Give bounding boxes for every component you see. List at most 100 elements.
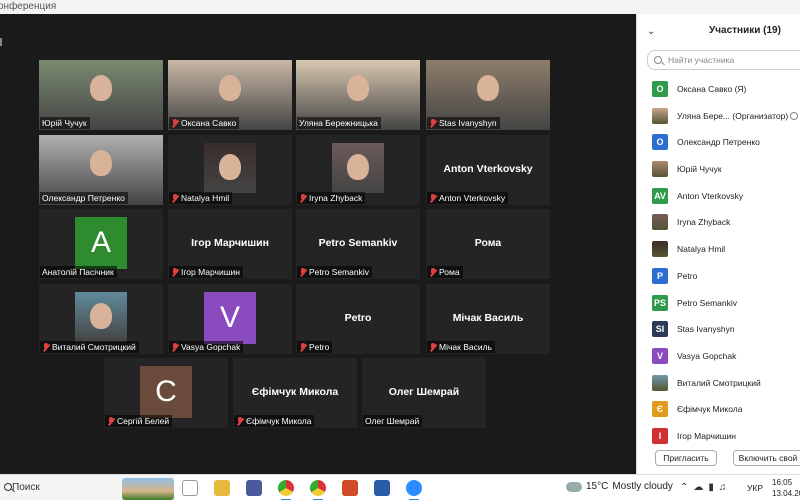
participant-avatar: PS <box>652 294 668 311</box>
video-tile[interactable]: Уляна Бережницька <box>296 60 420 130</box>
participant-avatar: V <box>652 347 668 364</box>
clock[interactable]: 16:05 13.04.202 <box>772 477 800 499</box>
language-indicator[interactable]: УКР <box>747 483 763 493</box>
video-gallery: Юрій Чучук Оксана Савко Уляна Бережницька S… <box>0 14 636 474</box>
participant-name: Оксана Савко <box>181 118 237 128</box>
person-silhouette <box>347 154 369 180</box>
tile-name-label: Оксана Савко <box>169 117 240 129</box>
participant-display-name: Petro <box>344 312 372 324</box>
save-app-icon[interactable] <box>246 480 262 496</box>
video-tile[interactable]: Мічак Василь Мічак Василь <box>426 284 550 354</box>
participant-display-name: Єфімчук Микола <box>251 386 339 398</box>
video-tile[interactable]: Natalya Hmil <box>168 135 292 205</box>
video-tile[interactable]: V Vasya Gopchak <box>168 284 292 354</box>
video-tile[interactable]: Stas Ivanyshyn <box>426 60 550 130</box>
collapse-chevron-icon[interactable]: ⌄ <box>647 26 655 37</box>
search-placeholder: Найти участника <box>668 55 735 65</box>
edge-marker <box>0 38 2 46</box>
video-tile[interactable]: Рома Рома <box>426 209 550 279</box>
video-tile[interactable]: C Сергій Белей <box>104 358 228 428</box>
chrome-icon[interactable] <box>278 480 294 500</box>
participant-row[interactable]: Natalya Hmil <box>637 236 800 263</box>
mic-muted-icon <box>429 267 437 277</box>
participant-row-name: Ігор Марчишин <box>677 430 736 441</box>
zoom-icon[interactable] <box>406 480 422 500</box>
participant-row[interactable]: P Petro <box>637 263 800 290</box>
status-indicator-icon <box>790 111 798 120</box>
video-tile[interactable]: Petro Semankiv Petro Semankiv <box>296 209 420 279</box>
person-silhouette <box>90 150 112 177</box>
word-icon[interactable] <box>374 480 390 496</box>
participant-row[interactable]: Виталий Смотрицкий <box>637 370 800 397</box>
participant-row-name: Виталий Смотрицкий <box>677 377 761 388</box>
invite-button[interactable]: Пригласить <box>655 450 717 466</box>
participant-row[interactable]: Є Єфімчук Микола <box>637 396 800 423</box>
participant-row[interactable]: O Оксана Савко (Я) <box>637 76 800 103</box>
participant-row[interactable]: Уляна Бере... (Организатор) <box>637 103 800 130</box>
participant-name: Єфімчук Микола <box>246 416 312 426</box>
participant-avatar <box>652 107 668 124</box>
weather-widget[interactable]: 15°C Mostly cloudy <box>566 481 673 492</box>
participant-name: Vasya Gopchak <box>181 342 241 352</box>
video-tile[interactable]: Ігор Марчишин Ігор Марчишин <box>168 209 292 279</box>
taskbar-search[interactable]: Поиск <box>0 475 175 500</box>
person-silhouette <box>90 75 112 102</box>
video-tile[interactable]: Iryna Zhyback <box>296 135 420 205</box>
person-silhouette <box>347 75 369 102</box>
mic-muted-icon <box>171 342 179 352</box>
mic-muted-icon <box>429 342 437 352</box>
participant-row-name: Юрій Чучук <box>677 164 722 175</box>
person-silhouette <box>219 75 241 102</box>
video-tile[interactable]: Олександр Петренко <box>39 135 163 205</box>
task-view-icon[interactable] <box>182 480 198 496</box>
participant-row[interactable]: Юрій Чучук <box>637 156 800 183</box>
network-icon[interactable]: ☁ <box>693 482 703 493</box>
video-tile[interactable]: Олег Шемрай Олег Шемрай <box>362 358 486 428</box>
participant-row-name: Stas Ivanyshyn <box>677 324 735 335</box>
file-explorer-icon[interactable] <box>214 480 230 496</box>
person-silhouette <box>219 154 241 180</box>
mic-muted-icon <box>299 342 307 352</box>
participant-row[interactable]: SI Stas Ivanyshyn <box>637 316 800 343</box>
participants-panel: ⌄ Участники (19) Найти участника O Оксана… <box>636 14 800 474</box>
video-tile[interactable]: Оксана Савко <box>168 60 292 130</box>
participant-search-input[interactable]: Найти участника <box>647 50 800 70</box>
mic-muted-icon <box>42 342 50 352</box>
volume-icon[interactable]: ♫ <box>719 482 727 493</box>
participant-row[interactable]: V Vasya Gopchak <box>637 343 800 370</box>
participant-row[interactable]: PS Petro Semankiv <box>637 290 800 317</box>
video-tile[interactable]: Юрій Чучук <box>39 60 163 130</box>
mic-muted-icon <box>429 193 437 203</box>
chrome-profile-icon[interactable] <box>310 480 326 500</box>
show-hidden-icon[interactable]: ⌃ <box>680 482 688 493</box>
participant-name: Виталий Смотрицкий <box>52 342 136 352</box>
video-tile[interactable]: Єфімчук Микола Єфімчук Микола <box>233 358 357 428</box>
participant-name: Анатолій Пасічник <box>42 267 114 277</box>
tile-name-label: Iryna Zhyback <box>297 192 366 204</box>
tile-name-label: Олександр Петренко <box>40 192 128 204</box>
system-tray[interactable]: ⌃ ☁ ▮ ♫ <box>680 482 726 493</box>
person-silhouette <box>477 75 499 102</box>
video-tile[interactable]: Виталий Смотрицкий <box>39 284 163 354</box>
tile-name-label: Олег Шемрай <box>363 415 423 427</box>
video-tile[interactable]: Anton Vterkovsky Anton Vterkovsky <box>426 135 550 205</box>
tile-name-label: Уляна Бережницька <box>297 117 381 129</box>
battery-icon[interactable]: ▮ <box>708 482 714 493</box>
participant-row-name: Оксана Савко (Я) <box>677 84 747 94</box>
participant-row[interactable]: O Олександр Петренко <box>637 129 800 156</box>
powerpoint-icon[interactable] <box>342 480 358 496</box>
video-tile[interactable]: A Анатолій Пасічник <box>39 209 163 279</box>
participant-name: Сергій Белей <box>117 416 170 426</box>
unmute-self-button[interactable]: Включить свой <box>733 450 800 466</box>
search-icon <box>654 56 662 64</box>
participant-row[interactable]: AV Anton Vterkovsky <box>637 183 800 210</box>
participant-avatar <box>652 214 668 231</box>
panel-footer: Пригласить Включить свой <box>637 444 800 474</box>
tile-name-label: Сергій Белей <box>105 415 173 427</box>
participant-name: Рома <box>439 267 460 277</box>
participant-row[interactable]: Iryna Zhyback <box>637 209 800 236</box>
participant-avatar: I <box>652 427 668 444</box>
tile-name-label: Юрій Чучук <box>40 117 90 129</box>
video-tile[interactable]: Petro Petro <box>296 284 420 354</box>
participant-name: Iryna Zhyback <box>309 193 363 203</box>
